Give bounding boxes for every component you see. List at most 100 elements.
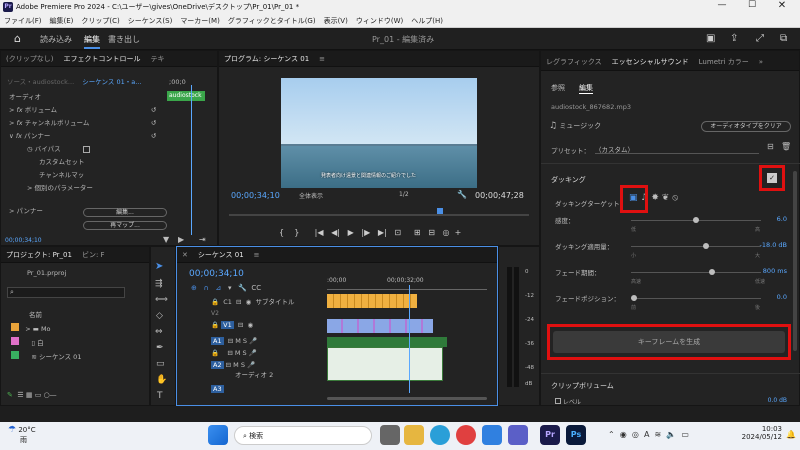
camera-icon[interactable]: ◎ xyxy=(443,228,450,237)
audio-clip-a1[interactable] xyxy=(327,337,447,347)
go-to-in-icon[interactable]: |◀ xyxy=(315,228,324,237)
task-view-icon[interactable] xyxy=(380,425,400,445)
captions-icon[interactable]: CC xyxy=(251,284,261,292)
fade-position-slider[interactable] xyxy=(631,295,761,301)
menu-help[interactable]: ヘルプ(H) xyxy=(407,14,447,28)
track-select-icon[interactable]: ⇶ xyxy=(155,279,163,289)
wrench-icon[interactable]: 🔧 xyxy=(238,284,247,292)
close-tab-icon[interactable]: ✕ xyxy=(177,248,193,262)
icon-view-icon[interactable]: ▦ xyxy=(26,391,33,399)
subtab-edit[interactable]: 編集 xyxy=(579,83,593,94)
fade-position-value[interactable]: 0.0 xyxy=(777,293,787,301)
panner-row[interactable]: ∨ fx パンナー ↺ xyxy=(1,131,217,142)
menu-graphics[interactable]: グラフィックとタイトル(G) xyxy=(224,14,320,28)
other-icon[interactable]: ⦸ xyxy=(672,193,678,203)
video-clip[interactable] xyxy=(327,319,433,333)
volume-icon[interactable]: 🔈 xyxy=(666,430,676,439)
tab-no-clip[interactable]: (クリップなし) xyxy=(1,51,58,66)
search-box[interactable]: ⌕ 検索 xyxy=(234,426,372,445)
sensitivity-value[interactable]: 6.0 xyxy=(777,215,787,223)
chrome-icon[interactable] xyxy=(456,425,476,445)
stopwatch-icon[interactable]: ◷ xyxy=(27,145,33,153)
rectangle-icon[interactable]: ▭ xyxy=(156,359,165,369)
tray-app-icon[interactable]: ◉ xyxy=(620,430,627,439)
reset-icon[interactable]: ↺ xyxy=(151,131,156,142)
track-v1[interactable]: 🔒 V1 ⊟ ◉ xyxy=(211,321,321,333)
hand-icon[interactable]: ✋ xyxy=(156,375,167,385)
wrench-icon[interactable]: 🔧 xyxy=(457,190,467,199)
chevron-up-icon[interactable]: ⌃ xyxy=(608,430,615,439)
step-back-icon[interactable]: ◀| xyxy=(331,228,340,237)
reset-icon[interactable]: ↺ xyxy=(151,105,156,116)
play-audio-icon[interactable]: ▶ xyxy=(178,235,184,244)
tab-edit[interactable]: 編集 xyxy=(84,34,100,49)
resolution-select[interactable]: 1/2 xyxy=(399,191,439,198)
track-a1[interactable]: A1 ⊟ M S 🎤 xyxy=(211,337,321,349)
list-item[interactable]: > ▬ Mo xyxy=(11,323,131,334)
program-timecode[interactable]: 00;00;34;10 xyxy=(231,191,280,200)
go-to-out-icon[interactable]: ▶| xyxy=(378,228,387,237)
source-label[interactable]: ソース・audiostock... xyxy=(7,78,74,86)
window-icon[interactable]: ⧉ xyxy=(780,33,787,44)
sequence-label[interactable]: シーケンス 01・a... xyxy=(82,78,141,86)
clock[interactable]: 10:03 2024/05/12 xyxy=(734,425,782,441)
insert-icon[interactable]: ⊡ xyxy=(394,228,401,237)
track-v2[interactable]: V2 xyxy=(211,310,321,319)
search-input[interactable]: ⌕ xyxy=(7,287,125,298)
tab-graphics[interactable]: レグラフィックス xyxy=(541,51,607,70)
level-checkbox[interactable] xyxy=(555,398,561,404)
tab-export[interactable]: 書き出し xyxy=(108,34,140,45)
step-forward-icon[interactable]: |▶ xyxy=(361,228,370,237)
share-icon[interactable]: ⇪ xyxy=(730,33,738,44)
menu-edit[interactable]: 編集(E) xyxy=(46,14,78,28)
lift-icon[interactable]: ⊞ xyxy=(414,228,421,237)
audio-clip-a2[interactable] xyxy=(327,347,443,381)
slip-icon[interactable]: ⇔ xyxy=(155,327,163,337)
column-name[interactable]: 名前 xyxy=(29,309,42,319)
track-a3[interactable]: A3 xyxy=(211,385,321,395)
extract-icon[interactable]: ⊟ xyxy=(428,228,435,237)
quick-export-icon[interactable]: ▣ xyxy=(706,33,715,44)
play-icon[interactable]: ▶ xyxy=(348,228,354,237)
menu-clip[interactable]: クリップ(C) xyxy=(77,14,123,28)
program-scrubber[interactable] xyxy=(229,214,529,216)
menu-icon[interactable]: ≡ xyxy=(314,52,330,66)
maximize-button[interactable]: ☐ xyxy=(738,0,766,10)
fullscreen-icon[interactable]: ⤢ xyxy=(756,33,764,44)
preset-select[interactable]: （カスタム） xyxy=(595,144,759,154)
tab-lumetri[interactable]: Lumetri カラー xyxy=(694,51,754,70)
filter-icon[interactable]: ▼ xyxy=(163,235,169,244)
nest-icon[interactable]: ⊕ xyxy=(191,284,197,292)
tab-sequence[interactable]: シーケンス 01 xyxy=(193,247,249,262)
edge-icon[interactable] xyxy=(430,425,450,445)
slider-knob[interactable] xyxy=(631,295,637,301)
photoshop-icon[interactable]: Ps xyxy=(566,425,586,445)
caption-clip[interactable] xyxy=(327,294,417,308)
pen-icon[interactable]: ✒ xyxy=(156,343,164,353)
volume-row[interactable]: > fx ボリューム ↺ xyxy=(1,105,217,116)
selection-tool-icon[interactable]: ➤ xyxy=(155,261,163,272)
snap-icon[interactable]: ∩ xyxy=(204,284,209,292)
menu-view[interactable]: 表示(V) xyxy=(320,14,352,28)
tab-essential-sound[interactable]: エッセンシャルサウンド xyxy=(607,51,694,70)
freeform-icon[interactable]: ▭ xyxy=(35,391,42,399)
level-value[interactable]: 0.0 dB xyxy=(768,397,787,404)
tab-bin[interactable]: ビン: F xyxy=(77,247,110,262)
close-button[interactable]: ✕ xyxy=(768,0,796,11)
store-icon[interactable] xyxy=(482,425,502,445)
panel-scrollbar[interactable] xyxy=(793,171,797,351)
battery-icon[interactable]: ▭ xyxy=(681,430,689,439)
zoom-slider[interactable]: ○— xyxy=(44,391,57,399)
bypass-checkbox[interactable] xyxy=(83,146,90,153)
home-icon[interactable]: ⌂ xyxy=(14,32,21,45)
sfx-icon[interactable]: ✸ xyxy=(651,193,659,203)
weather-widget[interactable]: ☂ 20°C 雨 xyxy=(8,425,36,445)
program-title[interactable]: プログラム: シーケンス 01 xyxy=(219,51,314,66)
tab-text[interactable]: テキ xyxy=(145,51,169,66)
list-item[interactable]: ▯ 白 xyxy=(11,337,131,348)
channel-volume-row[interactable]: > fx チャンネルボリューム ↺ xyxy=(1,118,217,129)
menu-sequence[interactable]: シーケンス(S) xyxy=(124,14,177,28)
wifi-icon[interactable]: ≋ xyxy=(655,430,662,439)
duck-amount-slider[interactable] xyxy=(631,243,761,249)
mark-in-icon[interactable]: { xyxy=(279,228,284,237)
